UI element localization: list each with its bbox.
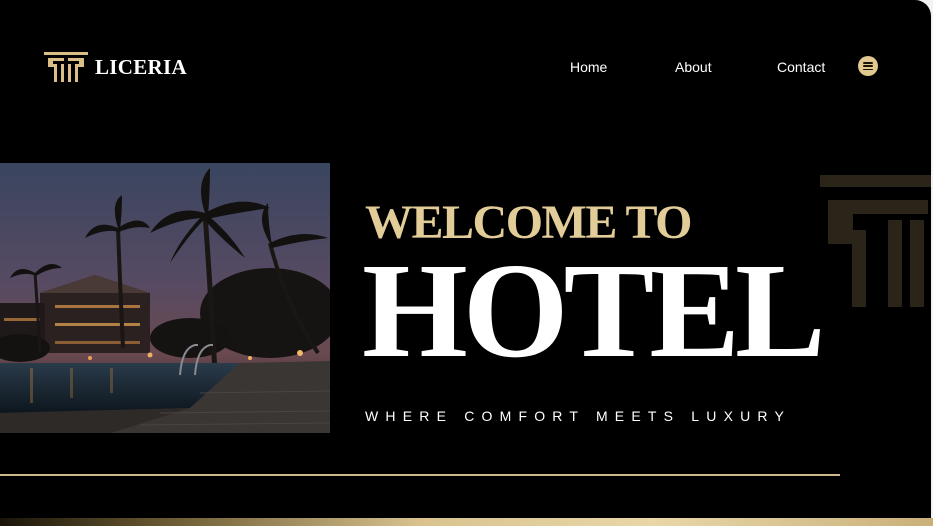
night-resort-photo (0, 163, 330, 433)
nav-home-link[interactable]: Home (570, 59, 607, 75)
nav-contact-link[interactable]: Contact (777, 59, 825, 75)
menu-button[interactable] (858, 56, 878, 76)
gold-gradient-bar (0, 518, 933, 526)
hotel-title: HOTEL (362, 236, 826, 386)
hero-tagline: WHERE COMFORT MEETS LUXURY (365, 408, 792, 424)
hamburger-menu-icon (863, 62, 873, 64)
brand-logo[interactable]: LICERIA (44, 52, 187, 82)
pillar-logo-icon (44, 52, 88, 82)
nav-about-link[interactable]: About (675, 59, 712, 75)
hero-page: LICERIA Home About Contact WELCOME TO HO… (0, 0, 931, 518)
brand-name: LICERIA (95, 54, 187, 79)
hero-image (0, 163, 330, 433)
divider-line (0, 474, 840, 476)
pillar-watermark-icon (820, 175, 931, 307)
